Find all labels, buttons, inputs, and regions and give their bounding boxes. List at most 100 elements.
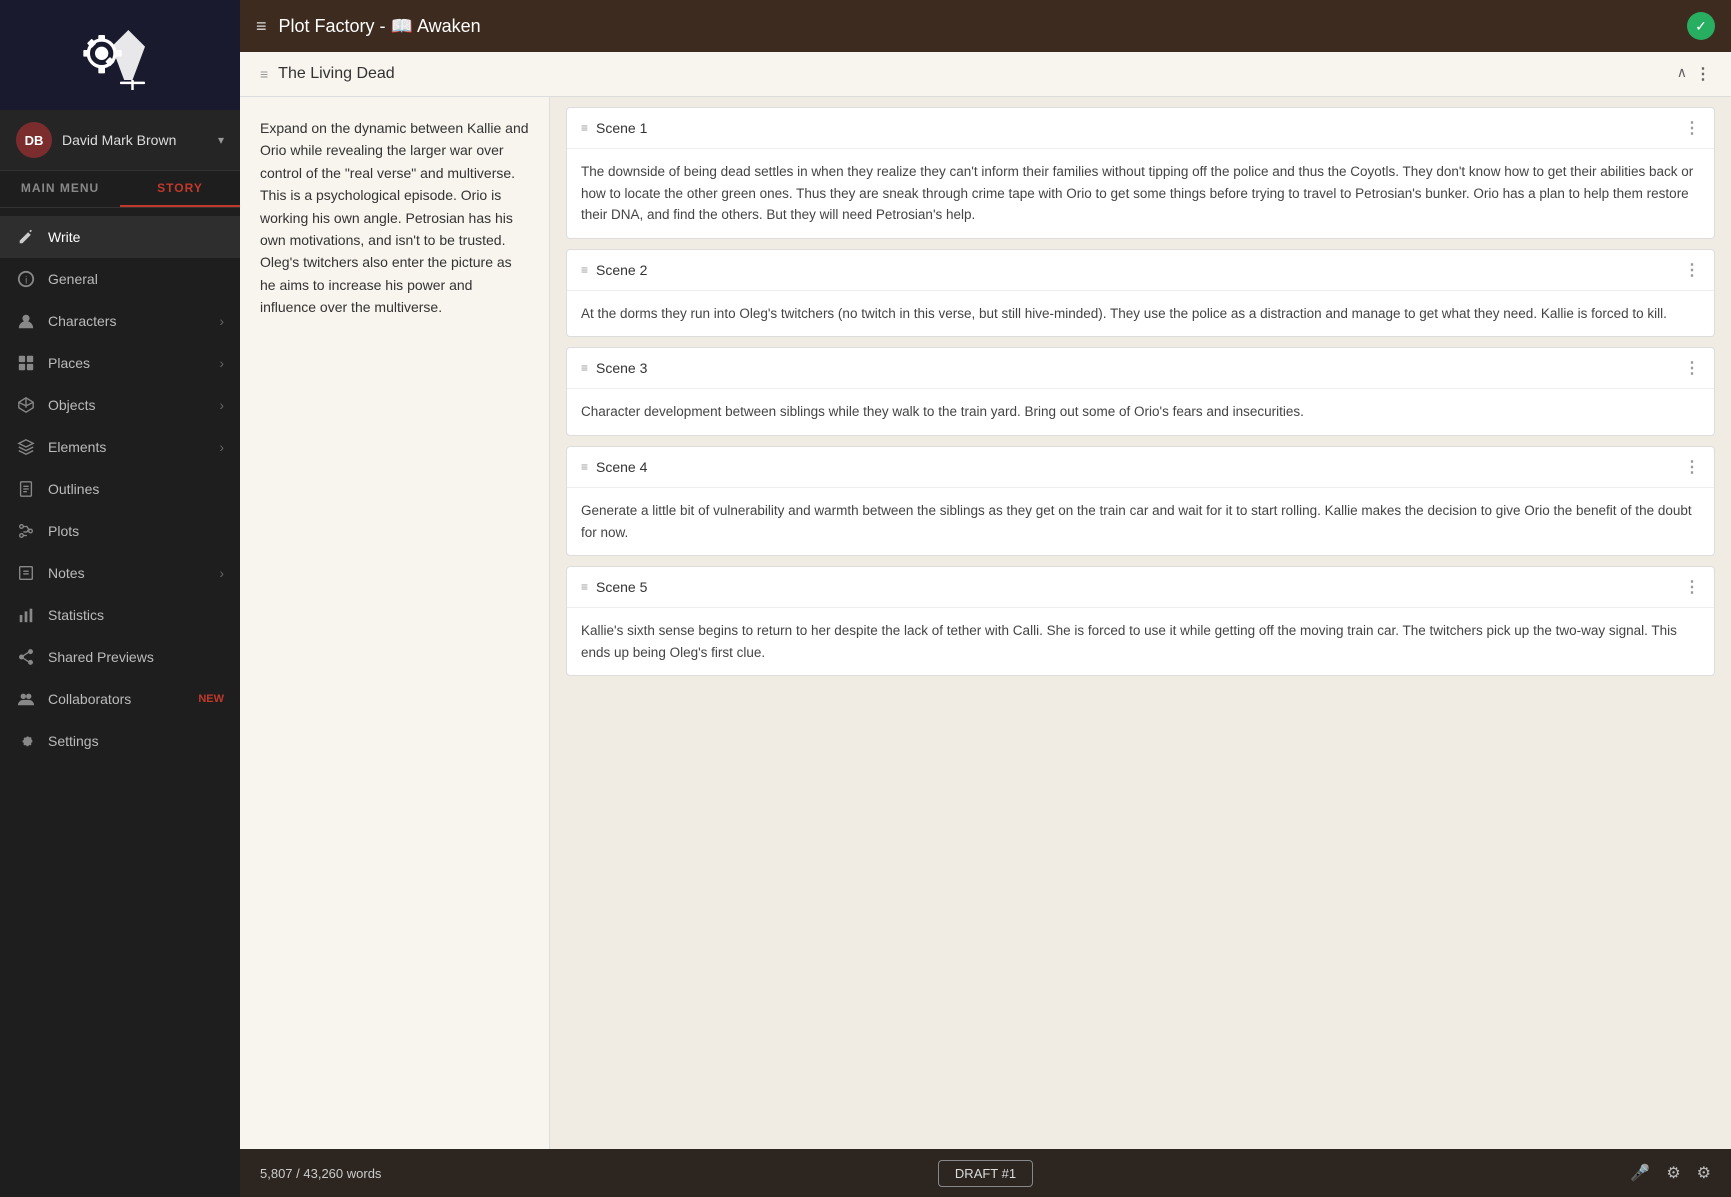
- pencil-icon: [16, 227, 36, 247]
- group-icon: [16, 689, 36, 709]
- content-area: ≡ The Living Dead ∧ ⋮ Expand on the dyna…: [240, 52, 1731, 1149]
- sidebar-user[interactable]: DB David Mark Brown ▾: [0, 110, 240, 171]
- sidebar-item-places[interactable]: Places ›: [0, 342, 240, 384]
- scene-5-body: Kallie's sixth sense begins to return to…: [567, 608, 1714, 675]
- info-icon: i: [16, 269, 36, 289]
- footer-bar: 5,807 / 43,260 words DRAFT #1 🎤 ⚙ ⚙: [240, 1149, 1731, 1197]
- topbar: ≡ Plot Factory - 📖 Awaken ✓: [240, 0, 1731, 52]
- scene-drag-icon: ≡: [581, 361, 588, 375]
- sidebar-item-statistics[interactable]: Statistics: [0, 594, 240, 636]
- user-name: David Mark Brown: [62, 132, 208, 148]
- chapter-notes-text: Expand on the dynamic between Kallie and…: [260, 117, 529, 319]
- word-count: 5,807 / 43,260 words: [260, 1166, 938, 1181]
- scene-3-title: Scene 3: [596, 360, 1676, 376]
- sidebar-item-characters[interactable]: Characters ›: [0, 300, 240, 342]
- sidebar-item-write[interactable]: Write: [0, 216, 240, 258]
- chapter-more-icon[interactable]: ⋮: [1695, 64, 1711, 84]
- sidebar-label-write: Write: [48, 229, 224, 245]
- scene-5-header: ≡ Scene 5 ⋮: [567, 567, 1714, 608]
- scene-3-more-icon[interactable]: ⋮: [1684, 358, 1700, 378]
- scenes-panel: ≡ Scene 1 ⋮ The downside of being dead s…: [550, 97, 1731, 1149]
- scene-2-more-icon[interactable]: ⋮: [1684, 260, 1700, 280]
- sidebar-item-outlines[interactable]: Outlines: [0, 468, 240, 510]
- scene-1-header: ≡ Scene 1 ⋮: [567, 108, 1714, 149]
- scene-card-1: ≡ Scene 1 ⋮ The downside of being dead s…: [566, 107, 1715, 239]
- sidebar-label-plots: Plots: [48, 523, 224, 539]
- scene-card-4: ≡ Scene 4 ⋮ Generate a little bit of vul…: [566, 446, 1715, 556]
- layers-icon: [16, 437, 36, 457]
- chapter-title: The Living Dead: [278, 65, 1667, 83]
- topbar-title: Plot Factory - 📖 Awaken: [279, 16, 1675, 37]
- sidebar-label-places: Places: [48, 355, 207, 371]
- scene-4-more-icon[interactable]: ⋮: [1684, 457, 1700, 477]
- cube-icon: [16, 395, 36, 415]
- sidebar-item-elements[interactable]: Elements ›: [0, 426, 240, 468]
- sidebar-label-characters: Characters: [48, 313, 207, 329]
- microphone-icon[interactable]: 🎤: [1630, 1163, 1650, 1183]
- scene-2-title: Scene 2: [596, 262, 1676, 278]
- sidebar-item-objects[interactable]: Objects ›: [0, 384, 240, 426]
- arrow-icon: ›: [219, 355, 224, 371]
- person-icon: [16, 311, 36, 331]
- chapter-notes-panel: Expand on the dynamic between Kallie and…: [240, 97, 550, 1149]
- scene-4-body: Generate a little bit of vulnerability a…: [567, 488, 1714, 555]
- sidebar-tabs: MAIN MENU STORY: [0, 171, 240, 208]
- sidebar-item-notes[interactable]: Notes ›: [0, 552, 240, 594]
- sidebar-label-objects: Objects: [48, 397, 207, 413]
- settings-icon[interactable]: ⚙: [1697, 1163, 1711, 1183]
- chevron-down-icon: ▾: [218, 133, 224, 147]
- scene-2-body: At the dorms they run into Oleg's twitch…: [567, 291, 1714, 337]
- scene-4-header: ≡ Scene 4 ⋮: [567, 447, 1714, 488]
- grid-icon: [16, 353, 36, 373]
- doc-icon: [16, 479, 36, 499]
- sidebar-label-settings: Settings: [48, 733, 224, 749]
- chart-icon: [16, 605, 36, 625]
- scene-2-header: ≡ Scene 2 ⋮: [567, 250, 1714, 291]
- gear-icon: [16, 731, 36, 751]
- check-icon: ✓: [1687, 12, 1715, 40]
- scene-5-title: Scene 5: [596, 579, 1676, 595]
- sidebar-label-outlines: Outlines: [48, 481, 224, 497]
- hamburger-icon[interactable]: ≡: [256, 16, 267, 37]
- branch-icon: [16, 521, 36, 541]
- sidebar-label-general: General: [48, 271, 224, 287]
- note-icon: [16, 563, 36, 583]
- scene-3-header: ≡ Scene 3 ⋮: [567, 348, 1714, 389]
- chapter-actions: ∧ ⋮: [1677, 64, 1711, 84]
- sidebar-label-shared-previews: Shared Previews: [48, 649, 224, 665]
- sidebar-item-settings[interactable]: Settings: [0, 720, 240, 762]
- tab-story[interactable]: STORY: [120, 171, 240, 207]
- scene-card-3: ≡ Scene 3 ⋮ Character development betwee…: [566, 347, 1715, 436]
- scene-1-title: Scene 1: [596, 120, 1676, 136]
- scene-1-body: The downside of being dead settles in wh…: [567, 149, 1714, 238]
- arrow-icon: ›: [219, 313, 224, 329]
- sidebar-nav: Write i General Characters › Places ›: [0, 208, 240, 1197]
- sidebar-logo: [0, 0, 240, 110]
- sidebar: DB David Mark Brown ▾ MAIN MENU STORY Wr…: [0, 0, 240, 1197]
- scene-card-5: ≡ Scene 5 ⋮ Kallie's sixth sense begins …: [566, 566, 1715, 676]
- sidebar-item-general[interactable]: i General: [0, 258, 240, 300]
- scene-drag-icon: ≡: [581, 263, 588, 277]
- share-icon: [16, 647, 36, 667]
- scene-5-more-icon[interactable]: ⋮: [1684, 577, 1700, 597]
- scene-card-2: ≡ Scene 2 ⋮ At the dorms they run into O…: [566, 249, 1715, 338]
- avatar: DB: [16, 122, 52, 158]
- new-badge: NEW: [198, 693, 224, 705]
- footer-actions: 🎤 ⚙ ⚙: [1033, 1163, 1711, 1183]
- sidebar-label-statistics: Statistics: [48, 607, 224, 623]
- arrow-icon: ›: [219, 565, 224, 581]
- sidebar-item-collaborators[interactable]: Collaborators NEW: [0, 678, 240, 720]
- tools-icon[interactable]: ⚙: [1666, 1163, 1680, 1183]
- sidebar-item-shared-previews[interactable]: Shared Previews: [0, 636, 240, 678]
- sidebar-item-plots[interactable]: Plots: [0, 510, 240, 552]
- collapse-icon[interactable]: ∧: [1677, 64, 1687, 84]
- scene-drag-icon: ≡: [581, 121, 588, 135]
- scene-drag-icon: ≡: [581, 580, 588, 594]
- scene-1-more-icon[interactable]: ⋮: [1684, 118, 1700, 138]
- tab-main-menu[interactable]: MAIN MENU: [0, 171, 120, 207]
- sidebar-label-collaborators: Collaborators: [48, 691, 182, 707]
- arrow-icon: ›: [219, 439, 224, 455]
- draft-button[interactable]: DRAFT #1: [938, 1160, 1033, 1187]
- scene-4-title: Scene 4: [596, 459, 1676, 475]
- main-content: ≡ Plot Factory - 📖 Awaken ✓ ≡ The Living…: [240, 0, 1731, 1197]
